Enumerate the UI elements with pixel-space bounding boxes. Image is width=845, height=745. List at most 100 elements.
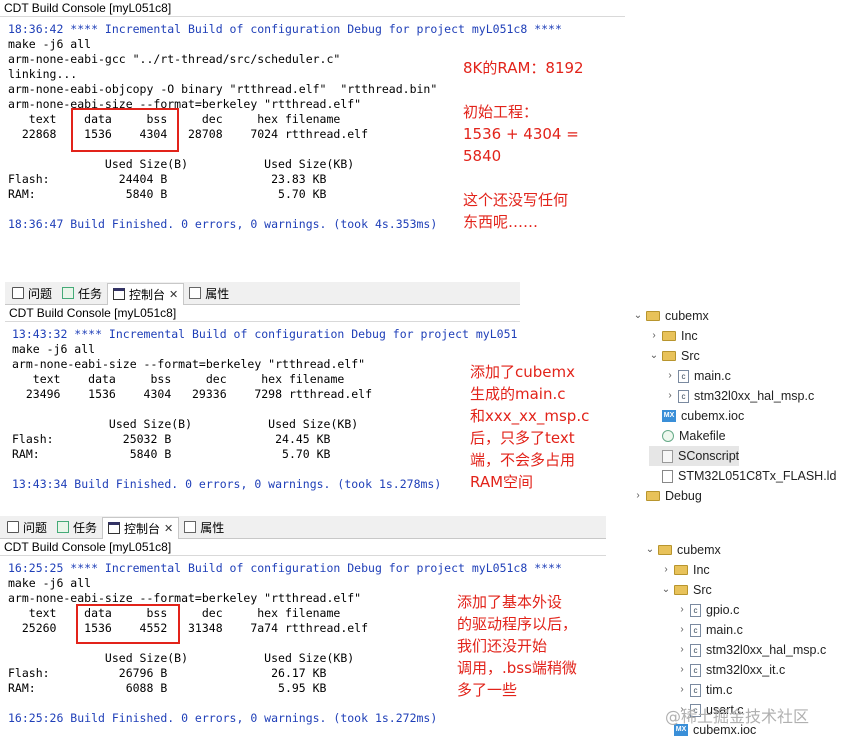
console-title: CDT Build Console [myL051c8]	[5, 305, 520, 322]
chevron-right-icon[interactable]: ›	[677, 680, 687, 700]
tree-item-label: Debug	[665, 489, 702, 503]
c-file-icon: c	[690, 683, 701, 697]
tree-item-label: Inc	[693, 563, 710, 577]
project-tree-1: ⌄ cubemx › Inc ⌄ Src › c main.c › c stm32l0xx_hal_m…	[633, 306, 845, 506]
chevron-down-icon[interactable]: ⌄	[649, 346, 659, 366]
console-line: 18:36:42 **** Incremental Build of confi…	[8, 22, 562, 36]
tree-item[interactable]: STM32L051C8Tx_FLASH.ld	[649, 466, 836, 486]
tab-properties[interactable]: 属性	[184, 283, 234, 303]
chevron-right-icon[interactable]: ›	[677, 640, 687, 660]
tree-item-label: Src	[681, 349, 700, 363]
chevron-right-icon[interactable]: ›	[665, 386, 675, 406]
folder-icon	[646, 491, 660, 501]
tree-item[interactable]: Makefile	[649, 426, 726, 446]
chevron-right-icon[interactable]: ›	[677, 620, 687, 640]
console-line: make -j6 all	[8, 37, 92, 51]
tree-item[interactable]: › c gpio.c	[677, 600, 739, 620]
view-tabs: 问题 任务 控制台 ✕ 属性	[0, 516, 606, 539]
console-line: Flash: 25032 B 24.45 KB	[12, 432, 331, 446]
c-file-icon: c	[678, 369, 689, 383]
c-file-icon: c	[690, 603, 701, 617]
tree-item[interactable]: › Inc	[661, 560, 710, 580]
tree-item[interactable]: › c tim.c	[677, 680, 732, 700]
tab-console[interactable]: 控制台 ✕	[102, 516, 180, 539]
chevron-right-icon[interactable]: ›	[633, 486, 643, 506]
tree-item[interactable]: ⌄ Src	[661, 580, 712, 600]
annotation-note-1: 8K的RAM：8192 初始工程： 1536 + 4304 = 5840 这个还…	[463, 59, 584, 231]
chevron-right-icon[interactable]: ›	[661, 560, 671, 580]
tree-item-label: STM32L051C8Tx_FLASH.ld	[678, 469, 837, 483]
tree-item-label: SConscript	[678, 449, 740, 463]
cubemx-file-icon: MX	[662, 410, 676, 422]
console-line: 23496 1536 4304 29336 7298 rtthread.elf	[12, 387, 373, 401]
tasks-icon	[57, 521, 70, 533]
tab-problems[interactable]: 问题	[2, 517, 52, 537]
chevron-down-icon[interactable]: ⌄	[633, 306, 643, 326]
c-file-icon: c	[678, 389, 689, 403]
tree-item[interactable]: › c stm32l0xx_hal_msp.c	[677, 640, 826, 660]
tree-item[interactable]: ⌄ cubemx	[645, 540, 721, 560]
folder-icon	[662, 331, 676, 341]
console-title: CDT Build Console [myL051c8]	[0, 539, 606, 556]
tree-item-label: main.c	[706, 623, 743, 637]
tree-item[interactable]: › c main.c	[665, 366, 731, 386]
console-line: make -j6 all	[12, 342, 96, 356]
chevron-right-icon[interactable]: ›	[677, 600, 687, 620]
tab-problems[interactable]: 问题	[7, 283, 57, 303]
tree-item-label: Inc	[681, 329, 698, 343]
tree-item[interactable]: › Inc	[649, 326, 698, 346]
console-line: text data bss dec hex filename	[12, 372, 345, 386]
makefile-icon	[662, 430, 674, 442]
chevron-down-icon[interactable]: ⌄	[661, 580, 671, 600]
chevron-right-icon[interactable]: ›	[677, 660, 687, 680]
folder-icon	[662, 351, 676, 361]
console-icon	[108, 522, 121, 534]
tree-item[interactable]: › c stm32l0xx_it.c	[677, 660, 785, 680]
folder-icon	[646, 311, 660, 321]
highlight-data-bss-3	[76, 604, 180, 644]
tree-item[interactable]: › Debug	[633, 486, 702, 506]
tree-item-label: stm32l0xx_it.c	[706, 663, 786, 677]
tab-tasks[interactable]: 任务	[52, 517, 102, 537]
tree-item-label: cubemx	[677, 543, 721, 557]
tree-item[interactable]: › c stm32l0xx_hal_msp.c	[665, 386, 814, 406]
problems-icon	[7, 521, 19, 533]
properties-icon	[184, 521, 197, 533]
highlight-data-bss-1	[71, 108, 179, 152]
annotation-note-2: 添加了cubemx 生成的main.c 和xxx_xx_msp.c 后，只多了t…	[470, 363, 590, 491]
close-icon[interactable]: ✕	[169, 288, 178, 301]
chevron-right-icon[interactable]: ›	[649, 326, 659, 346]
tree-item[interactable]: SConscript	[649, 446, 740, 466]
linker-file-icon	[662, 469, 673, 483]
chevron-right-icon[interactable]: ›	[665, 366, 675, 386]
console-line: 16:25:25 **** Incremental Build of confi…	[8, 561, 562, 575]
problems-icon	[12, 287, 24, 299]
tab-tasks[interactable]: 任务	[57, 283, 107, 303]
tab-properties[interactable]: 属性	[179, 517, 229, 537]
tree-item[interactable]: ⌄ cubemx	[633, 306, 709, 326]
tree-item[interactable]: MX cubemx.ioc	[649, 406, 744, 426]
tree-item[interactable]: › c main.c	[677, 620, 743, 640]
annotation-note-3: 添加了基本外设 的驱动程序以后， 我们还没开始 调用，.bss端稍微 多了一些	[457, 593, 578, 699]
chevron-down-icon[interactable]: ⌄	[645, 540, 655, 560]
console-line: make -j6 all	[8, 576, 92, 590]
tree-item-label: Makefile	[679, 429, 726, 443]
c-file-icon: c	[690, 643, 701, 657]
folder-icon	[674, 585, 688, 595]
c-file-icon: c	[690, 623, 701, 637]
tasks-icon	[62, 287, 75, 299]
folder-icon	[658, 545, 672, 555]
tree-item-label: cubemx.ioc	[681, 409, 745, 423]
tree-item[interactable]: ⌄ Src	[649, 346, 700, 366]
tree-item-label: cubemx	[665, 309, 709, 323]
console-line: arm-none-eabi-size --format=berkeley "rt…	[12, 357, 366, 371]
tree-item-label: gpio.c	[706, 603, 740, 617]
tab-console[interactable]: 控制台 ✕	[107, 282, 185, 305]
console-line: 16:25:26 Build Finished. 0 errors, 0 war…	[8, 711, 438, 725]
view-tabs: 问题 任务 控制台 ✕ 属性	[5, 282, 520, 305]
c-file-icon: c	[690, 663, 701, 677]
folder-icon	[674, 565, 688, 575]
close-icon[interactable]: ✕	[164, 522, 173, 535]
